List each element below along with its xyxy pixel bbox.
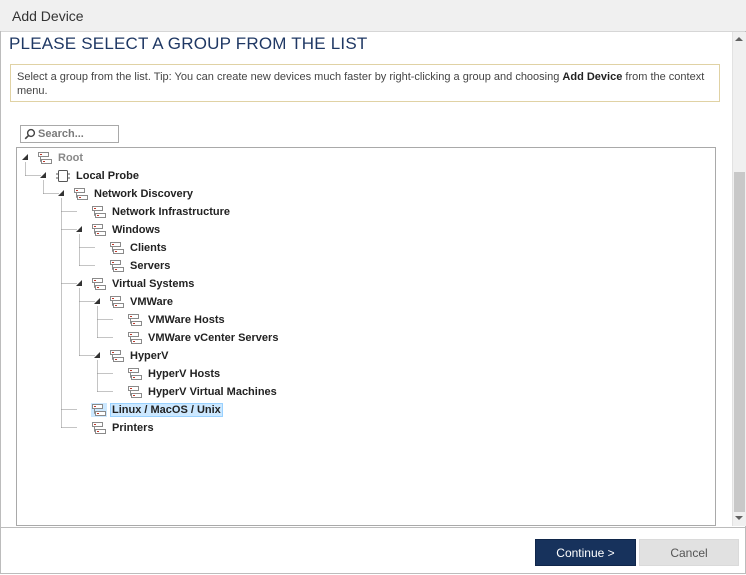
cancel-button[interactable]: Cancel	[639, 539, 739, 566]
tree-node-hyperv-hosts[interactable]: HyperV Hosts	[127, 365, 222, 382]
tree-node-label: HyperV Virtual Machines	[148, 385, 277, 398]
search-icon	[24, 128, 36, 140]
tree-node-label: Local Probe	[76, 169, 139, 182]
group-icon	[92, 223, 106, 236]
group-icon	[92, 277, 106, 290]
expand-toggle-icon[interactable]	[94, 298, 100, 304]
tree-node-vmware[interactable]: VMWare	[109, 293, 175, 310]
group-icon	[110, 259, 124, 272]
title-bar: Add Device	[0, 0, 746, 32]
group-icon	[110, 241, 124, 254]
tree-node-windows[interactable]: Windows	[91, 221, 162, 238]
scroll-up-arrow-icon[interactable]	[735, 37, 743, 41]
tree-node-label: Network Discovery	[94, 187, 194, 200]
tree-node-label: Clients	[130, 241, 167, 254]
tree-node-root[interactable]: Root	[37, 149, 85, 166]
expand-toggle-icon[interactable]	[40, 172, 46, 178]
group-icon	[128, 385, 142, 398]
expand-toggle-icon[interactable]	[58, 190, 64, 196]
tree-node-label: Servers	[130, 259, 171, 272]
tree-node-label: HyperV Hosts	[148, 367, 221, 380]
group-icon	[128, 313, 142, 326]
tree-node-network-infrastructure[interactable]: Network Infrastructure	[91, 203, 232, 220]
continue-button[interactable]: Continue >	[535, 539, 636, 566]
group-icon	[91, 402, 107, 417]
search-box[interactable]	[20, 125, 119, 143]
group-icon	[74, 187, 88, 200]
tree-node-printers[interactable]: Printers	[91, 419, 156, 436]
tree-node-hyperv[interactable]: HyperV	[109, 347, 171, 364]
tree-node-servers[interactable]: Servers	[109, 257, 172, 274]
expand-toggle-icon[interactable]	[94, 352, 100, 358]
tree-node-vmware-hosts[interactable]: VMWare Hosts	[127, 311, 227, 328]
tree-node-label: Network Infrastructure	[112, 205, 230, 218]
tree-node-label: Windows	[112, 223, 161, 236]
group-tree: Root Local Probe Network Discovery Network …	[16, 147, 716, 526]
group-icon	[38, 151, 52, 164]
expand-toggle-icon[interactable]	[22, 154, 28, 160]
tree-node-label: VMWare	[130, 295, 173, 308]
tree-node-label: Virtual Systems	[112, 277, 195, 290]
tree-node-label: Printers	[112, 421, 154, 434]
tree-node-label: VMWare vCenter Servers	[148, 331, 279, 344]
tree-node-clients[interactable]: Clients	[109, 239, 169, 256]
tree-node-vmware-vcenter-servers[interactable]: VMWare vCenter Servers	[127, 329, 280, 346]
tip-box: Select a group from the list. Tip: You c…	[10, 64, 720, 102]
group-icon	[110, 295, 124, 308]
tree-node-hyperv-virtual-machines[interactable]: HyperV Virtual Machines	[127, 383, 279, 400]
group-icon	[92, 421, 106, 434]
tree-node-local-probe[interactable]: Local Probe	[55, 167, 141, 184]
window-title: Add Device	[12, 8, 84, 24]
tip-text-bold: Add Device	[562, 71, 623, 83]
search-input[interactable]	[38, 127, 116, 141]
tree-node-virtual-systems[interactable]: Virtual Systems	[91, 275, 196, 292]
tree-node-label: HyperV	[130, 349, 169, 362]
vertical-scrollbar[interactable]	[732, 32, 746, 526]
group-icon	[128, 367, 142, 380]
tip-text-start: Select a group from the list. Tip: You c…	[17, 71, 563, 83]
group-icon	[128, 331, 142, 344]
probe-icon	[56, 169, 70, 182]
group-icon	[110, 349, 124, 362]
page-heading: PLEASE SELECT A GROUP FROM THE LIST	[9, 34, 368, 53]
tree-node-linux-macos-unix[interactable]: Linux / MacOS / Unix	[91, 401, 223, 418]
tree-node-label: Root	[58, 151, 84, 164]
tree-node-label: VMWare Hosts	[148, 313, 225, 326]
tree-node-label: Linux / MacOS / Unix	[110, 402, 223, 417]
scrollbar-thumb[interactable]	[734, 172, 745, 512]
tree-node-network-discovery[interactable]: Network Discovery	[73, 185, 195, 202]
expand-toggle-icon[interactable]	[76, 280, 82, 286]
group-icon	[92, 205, 106, 218]
scroll-down-arrow-icon[interactable]	[735, 516, 743, 520]
expand-toggle-icon[interactable]	[76, 226, 82, 232]
